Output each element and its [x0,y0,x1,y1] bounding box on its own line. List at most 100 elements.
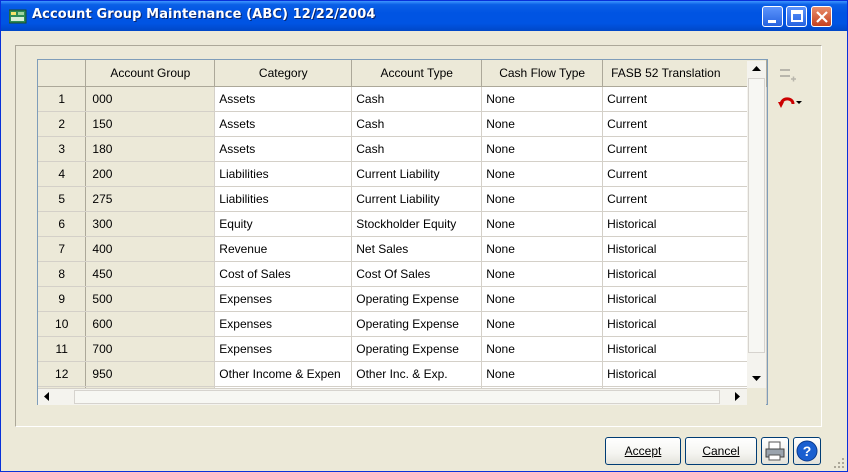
row-number-cell[interactable]: 3 [38,136,87,162]
scroll-left-arrow-icon[interactable] [40,389,54,404]
row-number-cell[interactable]: 11 [38,336,87,362]
account-group-cell[interactable]: 275 [85,186,216,212]
cancel-button[interactable]: Cancel [685,437,757,465]
row-number-cell[interactable]: 9 [38,286,87,312]
scroll-up-button[interactable] [747,61,766,78]
minimize-button[interactable] [762,6,783,27]
account-type-cell[interactable]: Cash [351,136,483,162]
row-number-cell[interactable]: 6 [38,211,87,237]
account-group-cell[interactable]: 150 [85,111,216,137]
cash-flow-type-cell[interactable]: None [481,361,604,387]
account-type-cell[interactable]: Cash [351,111,483,137]
row-number-cell[interactable]: 10 [38,311,87,337]
row-number-header[interactable] [38,60,87,87]
row-number-cell[interactable]: 2 [38,111,87,137]
table-row[interactable]: 7 400 Revenue Net Sales None Historical [38,236,767,262]
print-button[interactable] [761,437,789,465]
category-cell[interactable]: Revenue [214,236,353,262]
title-bar[interactable]: Account Group Maintenance (ABC) 12/22/20… [1,1,847,31]
account-type-cell[interactable]: Operating Expense [351,311,483,337]
account-group-cell[interactable]: 400 [85,236,216,262]
account-type-cell[interactable]: Stockholder Equity [351,211,483,237]
category-cell[interactable]: Liabilities [214,186,353,212]
resize-grip-icon[interactable] [833,457,845,469]
account-type-cell[interactable]: Operating Expense [351,286,483,312]
horizontal-scrollbar[interactable] [38,388,747,405]
category-cell[interactable]: Cost of Sales [214,261,353,287]
fasb-52-translation-cell[interactable]: Historical [602,336,767,362]
table-row[interactable]: 5 275 Liabilities Current Liability None Curr… [38,186,767,212]
table-row[interactable]: 9 500 Expenses Operating Expense None Histori… [38,286,767,312]
column-header-category[interactable]: Category [214,60,353,87]
table-row[interactable]: 10 600 Expenses Operating Expense None Histor… [38,311,767,337]
account-type-cell[interactable]: Cost Of Sales [351,261,483,287]
cash-flow-type-cell[interactable]: None [481,211,604,237]
fasb-52-translation-cell[interactable]: Current [602,86,767,112]
cash-flow-type-cell[interactable]: None [481,186,604,212]
category-cell[interactable]: Assets [214,86,353,112]
row-number-cell[interactable]: 4 [38,161,87,187]
cash-flow-type-cell[interactable]: None [481,261,604,287]
category-cell[interactable]: Expenses [214,311,353,337]
account-type-cell[interactable]: Cash [351,86,483,112]
fasb-52-translation-cell[interactable]: Current [602,136,767,162]
table-row[interactable]: 11 700 Expenses Operating Expense None Histor… [38,336,767,362]
row-number-cell[interactable]: 1 [38,86,87,112]
account-group-cell[interactable]: 600 [85,311,216,337]
category-cell[interactable]: Assets [214,136,353,162]
horizontal-scroll-thumb[interactable] [74,390,720,404]
category-cell[interactable]: Equity [214,211,353,237]
fasb-52-translation-cell[interactable]: Historical [602,361,767,387]
insert-row-icon[interactable] [779,67,799,83]
fasb-52-translation-cell[interactable]: Historical [602,211,767,237]
table-row[interactable]: 12 950 Other Income & Expen Other Inc. & Ex… [38,361,767,387]
fasb-52-translation-cell[interactable]: Historical [602,311,767,337]
category-cell[interactable]: Assets [214,111,353,137]
table-row[interactable]: 3 180 Assets Cash None Current [38,136,767,162]
fasb-52-translation-cell[interactable]: Current [602,186,767,212]
fasb-52-translation-cell[interactable]: Historical [602,286,767,312]
scroll-down-button[interactable] [747,369,766,386]
category-cell[interactable]: Liabilities [214,161,353,187]
row-number-cell[interactable]: 5 [38,186,87,212]
row-number-cell[interactable]: 12 [38,361,87,387]
account-type-cell[interactable]: Current Liability [351,186,483,212]
cash-flow-type-cell[interactable]: None [481,136,604,162]
table-row[interactable]: 4 200 Liabilities Current Liability None Curr… [38,161,767,187]
column-header-fasb-52-translation[interactable]: FASB 52 Translation [602,60,767,87]
account-group-cell[interactable]: 000 [85,86,216,112]
table-row[interactable]: 6 300 Equity Stockholder Equity None Historic… [38,211,767,237]
undo-icon[interactable] [777,93,803,111]
table-row[interactable]: 2 150 Assets Cash None Current [38,111,767,137]
fasb-52-translation-cell[interactable]: Current [602,111,767,137]
fasb-52-translation-cell[interactable]: Current [602,161,767,187]
cash-flow-type-cell[interactable]: None [481,111,604,137]
accept-button[interactable]: Accept [605,437,681,465]
cash-flow-type-cell[interactable]: None [481,236,604,262]
scroll-right-arrow-icon[interactable] [730,389,744,404]
account-type-cell[interactable]: Operating Expense [351,336,483,362]
table-row[interactable]: 1 000 Assets Cash None Current [38,86,767,112]
category-cell[interactable]: Other Income & Expen [214,361,353,387]
account-group-cell[interactable]: 700 [85,336,216,362]
account-group-cell[interactable]: 450 [85,261,216,287]
fasb-52-translation-cell[interactable]: Historical [602,261,767,287]
column-header-account-type[interactable]: Account Type [351,60,483,87]
account-group-cell[interactable]: 500 [85,286,216,312]
cash-flow-type-cell[interactable]: None [481,311,604,337]
account-type-cell[interactable]: Net Sales [351,236,483,262]
account-group-grid[interactable]: Account Group Category Account Type Cash… [37,59,768,405]
column-header-account-group[interactable]: Account Group [85,60,216,87]
cash-flow-type-cell[interactable]: None [481,161,604,187]
account-group-cell[interactable]: 950 [85,361,216,387]
account-group-cell[interactable]: 180 [85,136,216,162]
close-button[interactable] [811,6,832,27]
account-type-cell[interactable]: Current Liability [351,161,483,187]
cash-flow-type-cell[interactable]: None [481,336,604,362]
row-number-cell[interactable]: 7 [38,236,87,262]
row-number-cell[interactable]: 8 [38,261,87,287]
maximize-button[interactable] [786,6,807,27]
help-button[interactable]: ? [793,437,821,465]
category-cell[interactable]: Expenses [214,336,353,362]
account-group-cell[interactable]: 300 [85,211,216,237]
